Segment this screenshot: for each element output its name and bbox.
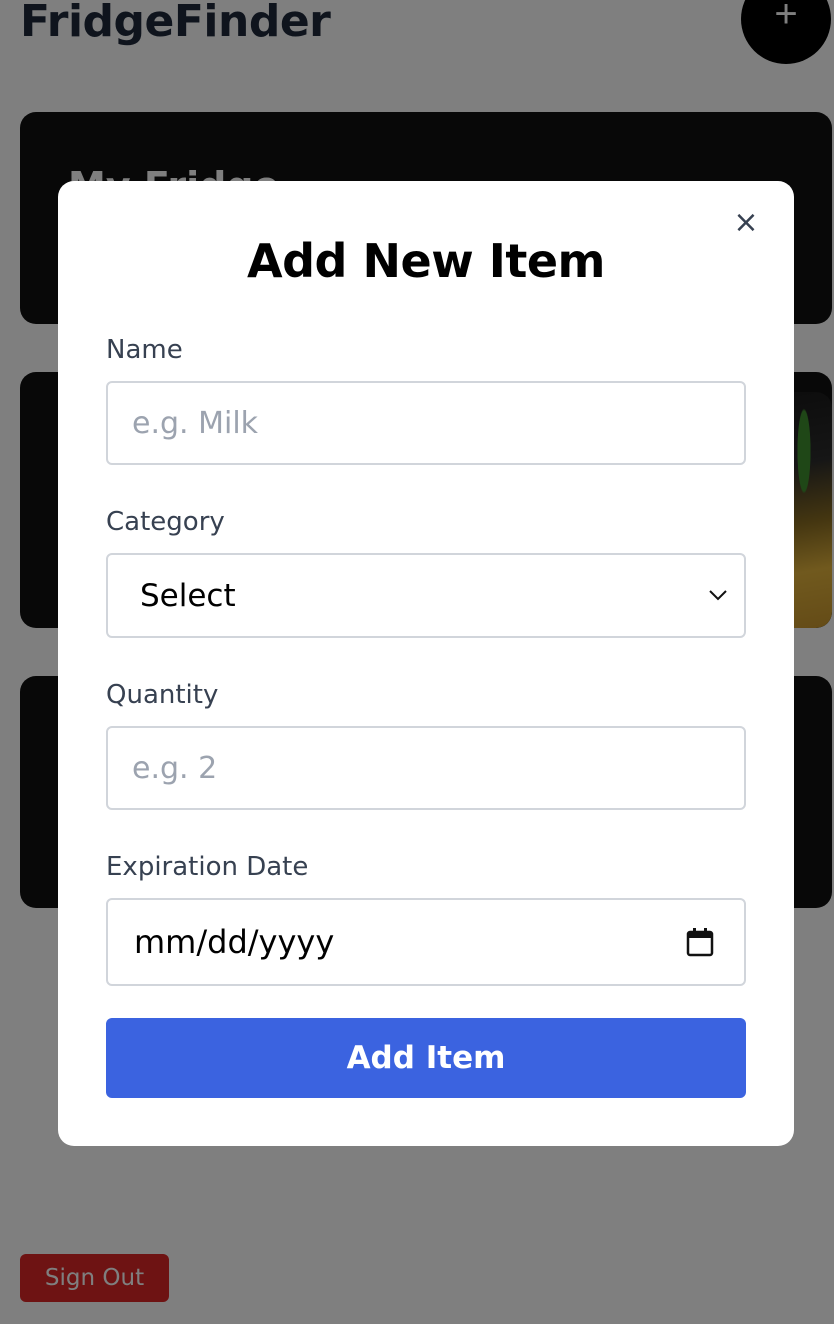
name-input[interactable]: [106, 381, 746, 465]
date-format-placeholder: mm/dd/yyyy: [134, 923, 335, 961]
add-item-submit-button[interactable]: Add Item: [106, 1018, 746, 1098]
chevron-down-icon: [708, 586, 728, 606]
modal-title: Add New Item: [247, 234, 605, 288]
quantity-label: Quantity: [106, 680, 219, 710]
add-item-modal: × Add New Item Name Category Select Quan…: [58, 181, 794, 1146]
category-select[interactable]: Select: [106, 553, 746, 638]
category-label: Category: [106, 507, 225, 537]
expiration-date-input[interactable]: mm/dd/yyyy: [106, 898, 746, 986]
calendar-icon[interactable]: [686, 927, 714, 957]
quantity-input[interactable]: [106, 726, 746, 810]
category-selected-value: Select: [140, 577, 236, 614]
name-label: Name: [106, 335, 183, 365]
expiration-date-label: Expiration Date: [106, 852, 309, 882]
